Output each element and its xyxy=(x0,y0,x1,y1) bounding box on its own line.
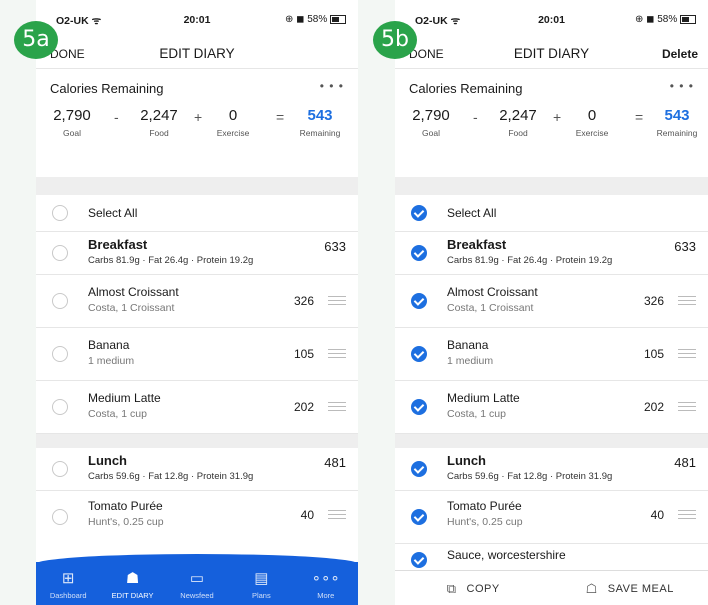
meal-checkbox[interactable] xyxy=(52,461,68,477)
battery-icon xyxy=(680,14,696,24)
food-checkbox[interactable] xyxy=(411,399,427,415)
food-checkbox[interactable] xyxy=(52,293,68,309)
chef-hat-icon: ☖ xyxy=(585,580,598,596)
goal-value: 2,790 xyxy=(412,107,450,124)
food-row[interactable]: Almost Croissant Costa, 1 Croissant 326 xyxy=(36,275,358,328)
food-checkbox[interactable] xyxy=(411,293,427,309)
nav-bar: DONE EDIT DIARY Delete xyxy=(395,38,708,68)
food-row[interactable]: Medium Latte Costa, 1 cup 202 xyxy=(36,381,358,434)
meal-row-breakfast[interactable]: Breakfast Carbs 81.9g · Fat 26.4g · Prot… xyxy=(36,232,358,275)
newsfeed-icon: ▭ xyxy=(189,570,205,587)
select-all-checkbox[interactable] xyxy=(411,205,427,221)
more-options-icon[interactable]: • • • xyxy=(320,79,344,93)
select-all-row[interactable]: Select All xyxy=(395,195,708,232)
more-icon: ∘∘∘ xyxy=(311,570,340,587)
save-meal-button[interactable]: ☖ SAVE MEAL xyxy=(552,571,708,605)
phone-screen-unselected: O2-UK ᯤ 20:01 ⊕ ◼ 58% DONE EDIT DIARY Ca… xyxy=(36,0,358,605)
food-checkbox[interactable] xyxy=(411,346,427,362)
select-all-checkbox[interactable] xyxy=(52,205,68,221)
food-row[interactable]: Medium Latte Costa, 1 cup 202 xyxy=(395,381,708,434)
food-row[interactable]: Tomato Purée Hunt's, 0.25 cup 40 xyxy=(395,491,708,544)
food-checkbox[interactable] xyxy=(411,509,427,525)
food-checkbox[interactable] xyxy=(52,346,68,362)
tab-more[interactable]: ∘∘∘ More xyxy=(296,562,356,605)
edit-diary-icon: ☗ xyxy=(125,570,140,587)
action-bar: ⧉ COPY ☖ SAVE MEAL xyxy=(395,570,708,605)
figure-badge-5b: 5b xyxy=(373,21,417,59)
tab-dashboard[interactable]: ⊞ Dashboard xyxy=(38,562,98,605)
food-row[interactable]: Banana 1 medium 105 xyxy=(36,328,358,381)
phone-screen-selected: O2-UK ᯤ 20:01 ⊕ ◼ 58% DONE EDIT DIARY De… xyxy=(395,0,708,605)
page-title: EDIT DIARY xyxy=(159,46,235,61)
delete-button[interactable]: Delete xyxy=(662,47,698,61)
more-options-icon[interactable]: • • • xyxy=(670,79,694,93)
remaining-value: 543 xyxy=(664,107,690,124)
tab-plans[interactable]: ▤ Plans xyxy=(231,562,291,605)
meal-row-lunch[interactable]: Lunch Carbs 59.6g · Fat 12.8g · Protein … xyxy=(395,448,708,491)
food-value: 2,247 xyxy=(140,107,178,124)
battery-indicator: ⊕ ◼ 58% xyxy=(635,14,696,25)
tab-edit-diary[interactable]: ☗ EDIT DIARY xyxy=(103,562,163,605)
remaining-value: 543 xyxy=(307,107,333,124)
drag-handle-icon[interactable] xyxy=(678,510,696,522)
status-bar: O2-UK ᯤ 20:01 ⊕ ◼ 58% xyxy=(395,0,708,38)
card-title: Calories Remaining xyxy=(409,81,523,96)
food-row[interactable]: Banana 1 medium 105 xyxy=(395,328,708,381)
exercise-value: 0 xyxy=(587,107,597,124)
meal-checkbox[interactable] xyxy=(52,245,68,261)
food-row[interactable]: Tomato Purée Hunt's, 0.25 cup 40 xyxy=(36,491,358,543)
goal-value: 2,790 xyxy=(53,107,91,124)
meal-checkbox[interactable] xyxy=(411,245,427,261)
dashboard-icon: ⊞ xyxy=(61,570,75,587)
food-checkbox[interactable] xyxy=(52,509,68,525)
food-checkbox[interactable] xyxy=(52,399,68,415)
nav-bar: DONE EDIT DIARY xyxy=(36,38,358,68)
tab-newsfeed[interactable]: ▭ Newsfeed xyxy=(167,562,227,605)
meal-checkbox[interactable] xyxy=(411,461,427,477)
battery-indicator: ⊕ ◼ 58% xyxy=(285,14,346,25)
copy-icon: ⧉ xyxy=(446,580,457,596)
drag-handle-icon[interactable] xyxy=(678,296,696,308)
figure-badge-5a: 5a xyxy=(14,21,58,59)
card-title: Calories Remaining xyxy=(50,81,164,96)
copy-button[interactable]: ⧉ COPY xyxy=(395,571,552,605)
battery-icon xyxy=(330,14,346,24)
drag-handle-icon[interactable] xyxy=(328,510,346,522)
calories-remaining-card: Calories Remaining • • • 2,790 Goal - 2,2… xyxy=(395,69,708,177)
drag-handle-icon[interactable] xyxy=(328,349,346,361)
select-all-row[interactable]: Select All xyxy=(36,195,358,232)
meal-row-lunch[interactable]: Lunch Carbs 59.6g · Fat 12.8g · Protein … xyxy=(36,448,358,491)
drag-handle-icon[interactable] xyxy=(328,296,346,308)
meal-row-breakfast[interactable]: Breakfast Carbs 81.9g · Fat 26.4g · Prot… xyxy=(395,232,708,275)
food-value: 2,247 xyxy=(499,107,537,124)
exercise-value: 0 xyxy=(228,107,238,124)
plans-icon: ▤ xyxy=(254,570,269,587)
calories-remaining-card: Calories Remaining • • • 2,790 Goal - 2,2… xyxy=(36,69,358,177)
food-row[interactable]: Almost Croissant Costa, 1 Croissant 326 xyxy=(395,275,708,328)
drag-handle-icon[interactable] xyxy=(678,349,696,361)
food-checkbox[interactable] xyxy=(411,552,427,568)
tab-bar: ⊞ Dashboard ☗ EDIT DIARY ▭ Newsfeed ▤ Plans … xyxy=(36,554,358,605)
drag-handle-icon[interactable] xyxy=(328,402,346,414)
status-bar: O2-UK ᯤ 20:01 ⊕ ◼ 58% xyxy=(36,0,358,38)
drag-handle-icon[interactable] xyxy=(678,402,696,414)
